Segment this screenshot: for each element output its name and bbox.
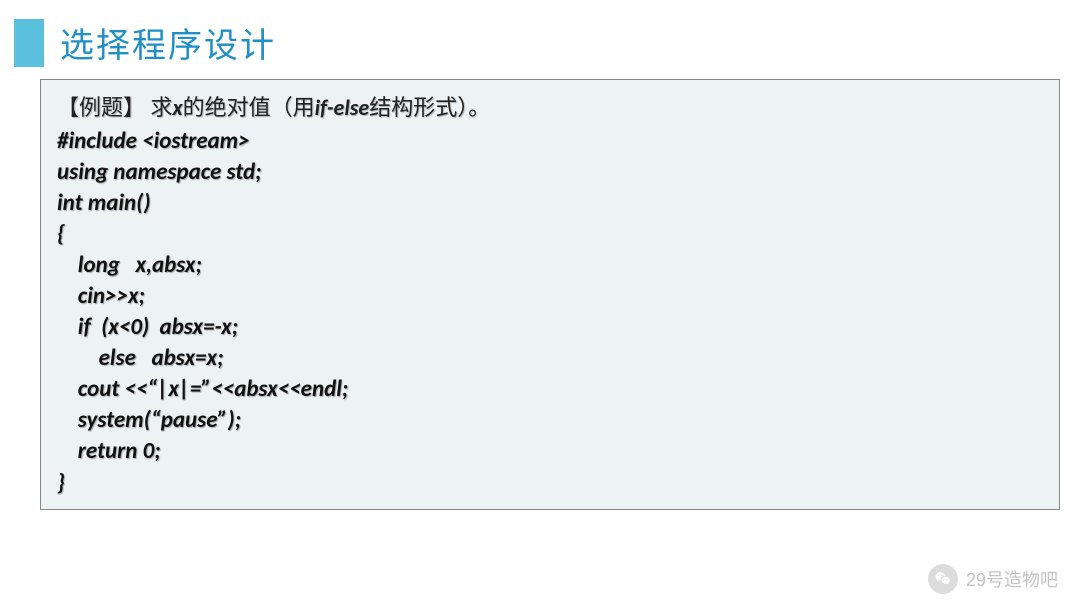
problem-var: x <box>173 94 183 121</box>
slide-title: 选择程序设计 <box>60 18 276 67</box>
wechat-icon <box>928 564 958 594</box>
problem-suffix: 结构形式）。 <box>369 95 490 120</box>
problem-prefix: 【例题】 求 <box>57 95 173 120</box>
problem-statement: 【例题】 求x的绝对值（用if-else结构形式）。 <box>57 90 1043 122</box>
slide-header: 选择程序设计 <box>0 0 1080 79</box>
watermark: 29号造物吧 <box>928 564 1058 594</box>
code-example-box: 【例题】 求x的绝对值（用if-else结构形式）。 #include <ios… <box>40 79 1060 510</box>
problem-mid: 的绝对值（用 <box>183 95 315 120</box>
code-block: #include <iostream> using namespace std;… <box>57 126 1043 499</box>
problem-struct: if-else <box>315 94 370 121</box>
title-accent-block <box>14 19 44 67</box>
watermark-text: 29号造物吧 <box>966 566 1058 592</box>
